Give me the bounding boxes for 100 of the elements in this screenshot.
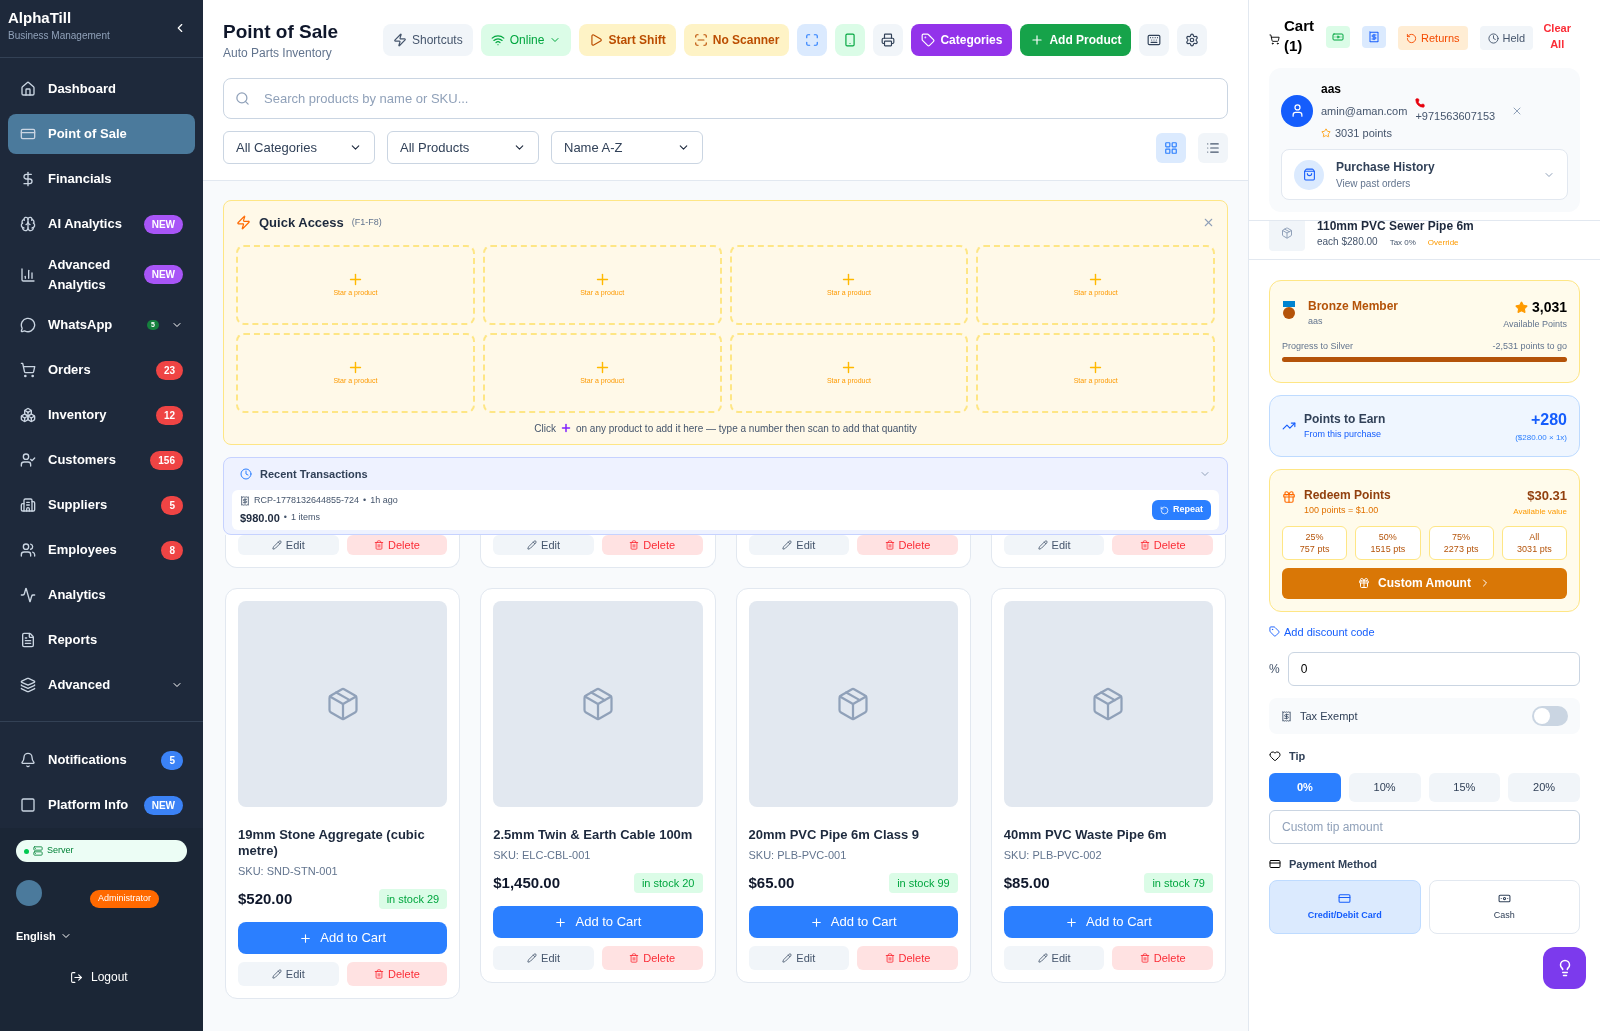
bar-chart-icon [20,266,36,283]
delete-button[interactable]: Delete [601,946,703,970]
nav-item[interactable]: Reports [8,620,195,660]
settings-button[interactable] [1177,24,1208,56]
logout-button[interactable]: Logout [70,968,128,986]
tax-exempt-toggle[interactable] [1532,706,1568,726]
add-to-cart-button[interactable]: Add to Cart [493,906,703,938]
edit-button[interactable]: Edit [238,962,339,986]
filter-dropdown[interactable]: All Products [387,131,539,164]
scanner-status-button[interactable]: No Scanner [683,24,790,56]
start-shift-button[interactable]: Start Shift [579,24,676,56]
redeem-option-button[interactable]: 75% 2273 pts [1428,525,1494,560]
product-price: $520.00 [238,888,293,909]
nav-item[interactable]: Suppliers 5 [8,485,195,525]
edit-button[interactable]: Edit [493,535,594,555]
print-button[interactable] [873,24,904,56]
nav-item[interactable]: Notifications 5 [8,740,195,780]
edit-button[interactable]: Edit [1003,946,1105,970]
nav-item[interactable]: Analytics [8,575,195,615]
hint-text: on any product to add it here — type a number then scan to add that quantity [575,421,917,436]
filter-dropdown[interactable]: All Categories [223,131,375,164]
online-status-button[interactable]: Online [480,24,572,56]
delete-button[interactable]: Delete [1112,535,1213,555]
nav-item[interactable]: Orders 23 [8,350,195,390]
tip-option-button[interactable]: 0% [1269,772,1341,802]
discount-input[interactable]: 0 [1287,652,1580,686]
grid-view-button[interactable] [1156,132,1186,163]
assistant-button[interactable] [1543,947,1586,989]
delete-button[interactable]: Delete [346,962,448,986]
product-name: 20mm PVC Pipe 6m Class 9 [748,827,921,843]
pencil-icon [527,540,538,550]
page-title: Point of Sale [223,20,340,44]
redeem-option-button[interactable]: 50% 1515 pts [1355,525,1421,560]
categories-button[interactable]: Categories [911,24,1013,56]
shortcuts-button[interactable]: Shortcuts [383,24,473,56]
edit-button[interactable]: Edit [748,535,850,555]
redeem-option-button[interactable]: All 3031 pts [1501,525,1567,560]
nav-item[interactable]: Financials [8,159,195,199]
delete-button[interactable]: Delete [1112,946,1213,970]
package-icon [1281,227,1293,239]
edit-button[interactable]: Edit [238,535,339,555]
keyboard-button[interactable] [1139,24,1170,56]
tip-option-button[interactable]: 20% [1508,772,1580,802]
clock-icon [1487,32,1499,44]
cash-drawer-button[interactable] [1326,26,1350,48]
edit-button[interactable]: Edit [1003,535,1105,555]
purchase-history-toggle[interactable]: Purchase History View past orders [1281,149,1568,200]
payment-method-button[interactable]: Cash [1428,880,1580,934]
customer-points: 3031 points [1335,125,1392,141]
nav-item[interactable]: AI Analytics NEW [8,204,195,244]
language-selector[interactable]: English [16,927,72,944]
nav-item[interactable]: Point of Sale [8,114,195,154]
fullscreen-button[interactable] [797,24,828,56]
layers-icon [20,677,36,693]
payment-method-button[interactable]: Credit/Debit Card [1269,880,1421,934]
list-view-button[interactable] [1198,132,1228,163]
tip-option-button[interactable]: 15% [1428,772,1501,802]
receipt-button[interactable] [1362,26,1386,48]
add-product-button[interactable]: Add Product [1020,24,1132,56]
clear-all-button[interactable]: Clear All [1541,20,1574,52]
transaction-total: $980.00 [240,510,280,526]
delete-button[interactable]: Delete [857,535,958,555]
filter-dropdown[interactable]: Name A-Z [551,131,703,164]
nav-item[interactable]: Dashboard [8,69,195,109]
points-to-go: -2,531 points to go [1492,339,1567,353]
trash-icon [1139,953,1150,963]
add-discount-link[interactable]: Add discount code [1269,623,1375,640]
delete-button[interactable]: Delete [346,535,448,555]
mobile-view-button[interactable] [835,24,866,56]
returns-button[interactable]: Returns [1398,26,1468,50]
nav-item[interactable]: Employees 8 [8,530,195,570]
tip-option-button[interactable]: 10% [1348,772,1421,802]
nav-item[interactable]: Customers 156 [8,440,195,480]
edit-button[interactable]: Edit [748,946,850,970]
add-to-cart-button[interactable]: Add to Cart [1003,906,1213,938]
trash-icon [1139,540,1150,550]
card-icon [20,126,36,142]
redeem-option-button[interactable]: 25% 757 pts [1282,525,1348,560]
nav-item[interactable]: Inventory 12 [8,395,195,435]
phone-icon [1415,98,1426,108]
trash-icon [884,953,895,963]
nav-badge: NEW [143,214,183,234]
add-to-cart-button[interactable]: Add to Cart [748,906,958,938]
nav-item[interactable]: Platform Info NEW [8,785,195,825]
custom-tip-input[interactable]: Custom tip amount [1269,809,1580,844]
shortcut-hint: (F1-F8) [351,216,382,229]
add-to-cart-button[interactable]: Add to Cart [238,922,448,954]
delete-button[interactable]: Delete [857,946,958,970]
receipt-icon [1368,31,1380,43]
held-button[interactable]: Held [1479,26,1534,50]
repeat-button[interactable]: Repeat [1152,500,1211,520]
pencil-icon [527,953,538,963]
delete-button[interactable]: Delete [601,535,703,555]
custom-amount-button[interactable]: Custom Amount [1282,567,1567,599]
nav-item[interactable]: Advanced Analytics NEW [8,249,195,300]
search-field[interactable]: Search products by name or SKU... [223,78,1228,119]
plus-icon [1030,33,1045,47]
card-title: Points to Earn [1304,411,1387,429]
nav-item[interactable]: Advanced [8,665,195,705]
edit-button[interactable]: Edit [493,946,594,970]
